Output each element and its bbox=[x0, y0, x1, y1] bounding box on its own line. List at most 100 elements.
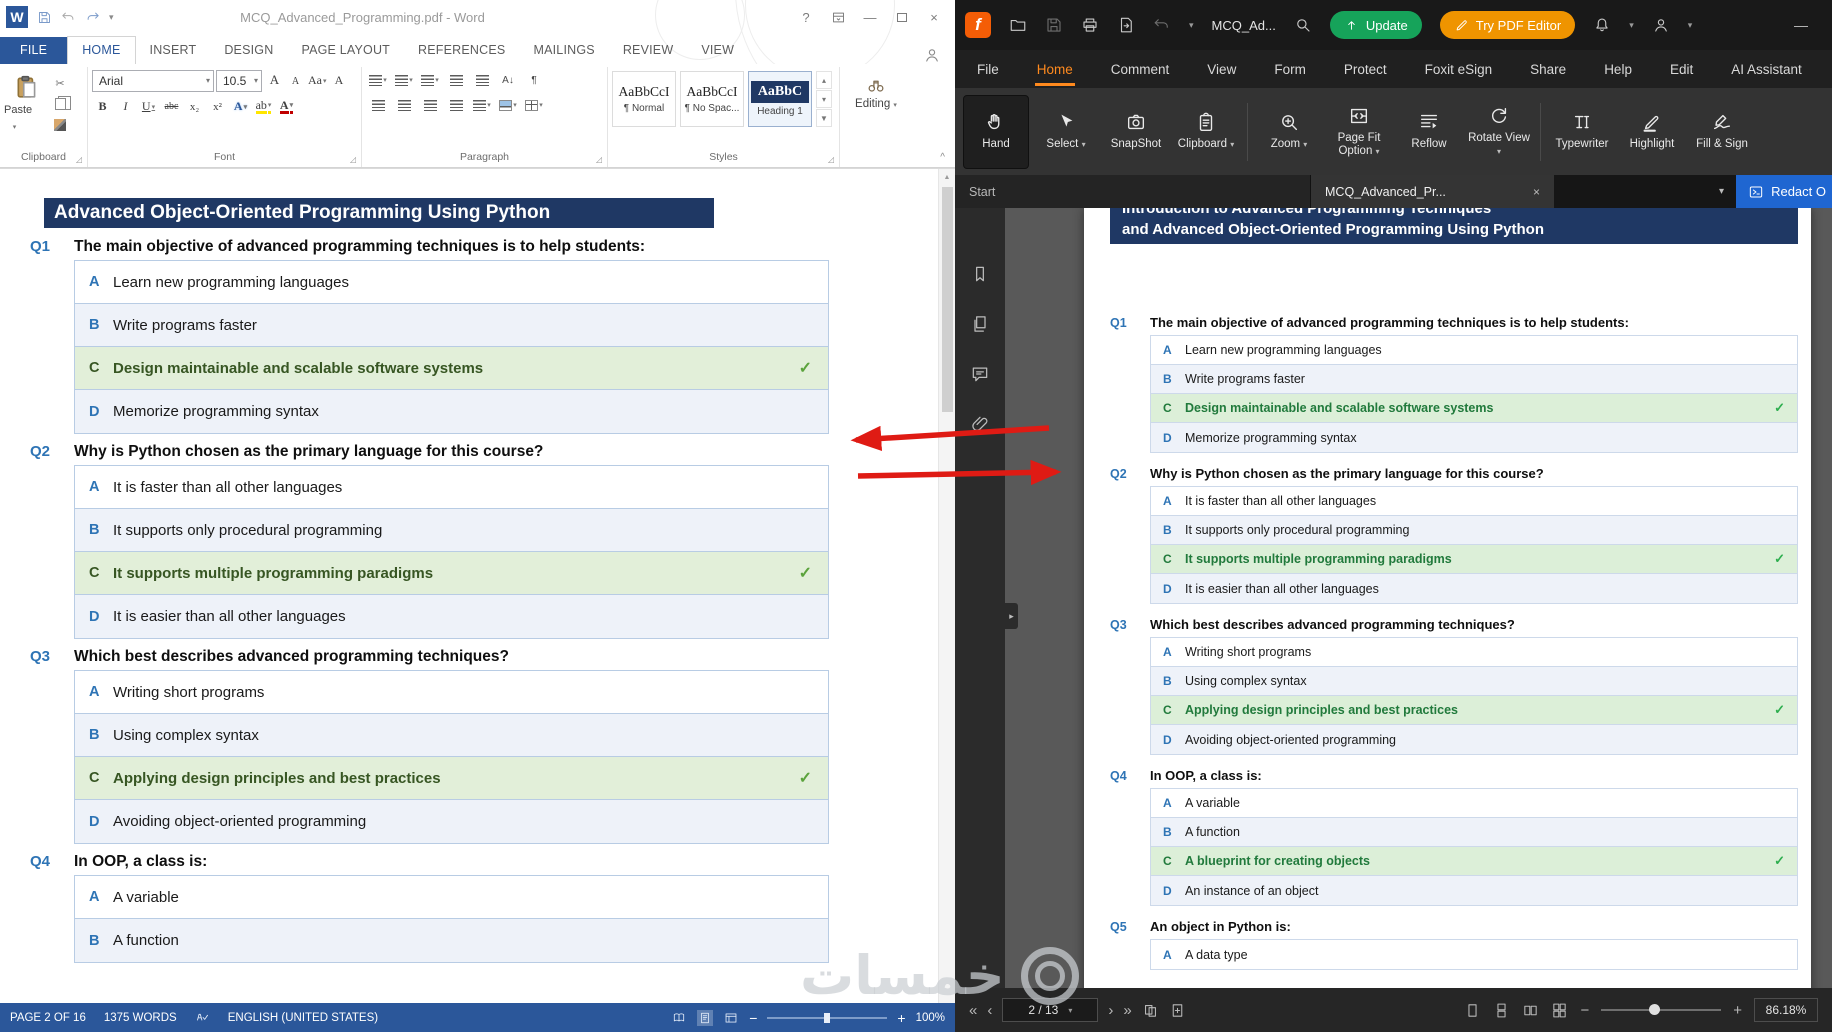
tool-rotate-view[interactable]: Rotate View ▾ bbox=[1466, 95, 1532, 169]
font-color-button[interactable]: A ▾ bbox=[276, 96, 297, 118]
history-chevron-icon[interactable]: ▾ bbox=[1189, 20, 1194, 31]
ribbon-tab-mailings[interactable]: MAILINGS bbox=[519, 37, 608, 64]
font-name-select[interactable]: Arial ▾ bbox=[92, 69, 214, 92]
menu-view[interactable]: View bbox=[1205, 53, 1238, 86]
bookmarks-panel-icon[interactable] bbox=[970, 264, 990, 284]
cut-button[interactable]: ✂ bbox=[50, 74, 70, 92]
align-right-button[interactable] bbox=[418, 94, 442, 116]
answer-option[interactable]: D Avoiding object-oriented programming bbox=[75, 800, 828, 843]
answer-option[interactable]: C Design maintainable and scalable softwa… bbox=[75, 347, 828, 390]
dialog-launcher-icon[interactable]: ◿ bbox=[350, 155, 356, 164]
pages-panel-icon[interactable] bbox=[970, 314, 990, 334]
redact-button[interactable]: Redact O bbox=[1736, 175, 1832, 208]
answer-option[interactable]: C It supports multiple programming paradi… bbox=[1151, 545, 1797, 574]
styles-up-button[interactable]: ▴ bbox=[816, 71, 832, 89]
minimize-button[interactable]: — bbox=[1794, 17, 1822, 33]
answer-option[interactable]: A A variable bbox=[1151, 789, 1797, 818]
shrink-font-button[interactable]: A bbox=[285, 71, 306, 93]
web-layout-button[interactable] bbox=[723, 1010, 739, 1026]
sign-in-icon[interactable] bbox=[923, 46, 941, 64]
tool-snapshot[interactable]: SnapShot bbox=[1103, 95, 1169, 169]
answer-option[interactable]: B A function bbox=[75, 919, 828, 962]
comments-panel-icon[interactable] bbox=[970, 364, 990, 384]
ribbon-tab-file[interactable]: FILE bbox=[0, 37, 68, 64]
strikethrough-button[interactable]: abc bbox=[161, 96, 182, 118]
menu-file[interactable]: File bbox=[975, 53, 1001, 86]
tool-typewriter[interactable]: Typewriter bbox=[1549, 95, 1615, 169]
update-button[interactable]: Update bbox=[1329, 11, 1422, 39]
vertical-scrollbar[interactable]: ▲ bbox=[938, 169, 955, 1003]
clear-formatting-button[interactable]: A bbox=[329, 70, 350, 92]
answer-option[interactable]: B A function bbox=[1151, 818, 1797, 847]
previous-page-button[interactable]: ‹ bbox=[987, 1002, 992, 1019]
menu-foxit-esign[interactable]: Foxit eSign bbox=[1423, 53, 1495, 86]
answer-option[interactable]: A A variable bbox=[75, 876, 828, 919]
tool-select[interactable]: Select ▾ bbox=[1033, 95, 1099, 169]
menu-protect[interactable]: Protect bbox=[1342, 53, 1389, 86]
tool-reflow[interactable]: Reflow bbox=[1396, 95, 1462, 169]
grow-font-button[interactable]: A bbox=[264, 69, 285, 91]
continuous-view-icon[interactable] bbox=[1493, 1002, 1510, 1019]
answer-option[interactable]: D An instance of an object bbox=[1151, 876, 1797, 905]
first-page-button[interactable]: « bbox=[969, 1002, 977, 1019]
dialog-launcher-icon[interactable]: ◿ bbox=[828, 155, 834, 164]
maximize-button[interactable] bbox=[887, 5, 917, 29]
bullet-list-button[interactable]: ▾ bbox=[366, 69, 390, 91]
subscript-button[interactable]: x₂ bbox=[184, 96, 205, 118]
change-case-button[interactable]: Aa ▾ bbox=[306, 70, 329, 92]
tool-fill-sign[interactable]: Fill & Sign bbox=[1689, 95, 1755, 169]
facing-continuous-view-icon[interactable] bbox=[1551, 1002, 1568, 1019]
tool-clipboard[interactable]: Clipboard ▾ bbox=[1173, 95, 1239, 169]
answer-option[interactable]: D It is easier than all other languages bbox=[75, 595, 828, 638]
account-icon[interactable] bbox=[1652, 16, 1670, 34]
menu-edit[interactable]: Edit bbox=[1668, 53, 1695, 86]
shading-button[interactable]: ▾ bbox=[496, 94, 520, 116]
styles-more-button[interactable]: ▼ bbox=[816, 109, 832, 127]
zoom-slider[interactable] bbox=[767, 1010, 888, 1026]
last-page-button[interactable]: » bbox=[1123, 1002, 1131, 1019]
ribbon-tab-insert[interactable]: INSERT bbox=[136, 37, 211, 64]
answer-option[interactable]: D Memorize programming syntax bbox=[75, 390, 828, 433]
word-count[interactable]: 1375 WORDS bbox=[104, 1012, 177, 1024]
answer-option[interactable]: B Using complex syntax bbox=[75, 714, 828, 757]
font-size-select[interactable]: 10.5 ▾ bbox=[216, 69, 262, 92]
zoom-in-button[interactable]: + bbox=[897, 1010, 905, 1026]
answer-option[interactable]: B It supports only procedural programming bbox=[75, 509, 828, 552]
style-heading-1[interactable]: AaBbC Heading 1 bbox=[748, 71, 812, 127]
copy-button[interactable] bbox=[50, 95, 71, 113]
style-no-spacing[interactable]: AaBbCcI ¶ No Spac... bbox=[680, 71, 744, 127]
print-layout-button[interactable] bbox=[697, 1009, 714, 1026]
answer-option[interactable]: A It is faster than all other languages bbox=[75, 466, 828, 509]
minimize-button[interactable]: — bbox=[855, 5, 885, 29]
italic-button[interactable]: I bbox=[115, 96, 136, 118]
highlight-color-button[interactable]: ab ▾ bbox=[253, 96, 274, 118]
underline-button[interactable]: U ▾ bbox=[138, 96, 159, 118]
style-normal[interactable]: AaBbCcI ¶ Normal bbox=[612, 71, 676, 127]
sort-button[interactable]: A↓ bbox=[496, 69, 520, 91]
ribbon-display-button[interactable] bbox=[823, 5, 853, 29]
show-marks-button[interactable]: ¶ bbox=[522, 69, 546, 91]
styles-down-button[interactable]: ▾ bbox=[816, 90, 832, 108]
expand-panel-icon[interactable]: ▸ bbox=[1005, 603, 1018, 629]
answer-option[interactable]: D It is easier than all other languages bbox=[1151, 574, 1797, 603]
ribbon-tab-references[interactable]: REFERENCES bbox=[404, 37, 519, 64]
search-icon[interactable] bbox=[1294, 16, 1312, 34]
zoom-level[interactable]: 100% bbox=[916, 1012, 945, 1024]
tool-highlight[interactable]: Highlight bbox=[1619, 95, 1685, 169]
answer-option[interactable]: C A blueprint for creating objects ✓ bbox=[1151, 847, 1797, 876]
answer-option[interactable]: A It is faster than all other languages bbox=[1151, 487, 1797, 516]
ribbon-tab-design[interactable]: DESIGN bbox=[210, 37, 287, 64]
scroll-up-icon[interactable]: ▲ bbox=[939, 169, 955, 185]
close-button[interactable]: × bbox=[919, 5, 949, 29]
tab-start[interactable]: Start bbox=[955, 175, 1311, 208]
answer-option[interactable]: B Using complex syntax bbox=[1151, 667, 1797, 696]
zoom-slider-thumb[interactable] bbox=[824, 1012, 831, 1023]
answer-option[interactable]: C Design maintainable and scalable softwa… bbox=[1151, 394, 1797, 423]
menu-ai-assistant[interactable]: AI Assistant bbox=[1729, 53, 1804, 86]
superscript-button[interactable]: x² bbox=[207, 96, 228, 118]
ribbon-tab-view[interactable]: VIEW bbox=[687, 37, 748, 64]
answer-option[interactable]: A Learn new programming languages bbox=[1151, 336, 1797, 365]
ribbon-tab-review[interactable]: REVIEW bbox=[609, 37, 688, 64]
numbered-list-button[interactable]: ▾ bbox=[392, 69, 416, 91]
answer-option[interactable]: A Writing short programs bbox=[1151, 638, 1797, 667]
